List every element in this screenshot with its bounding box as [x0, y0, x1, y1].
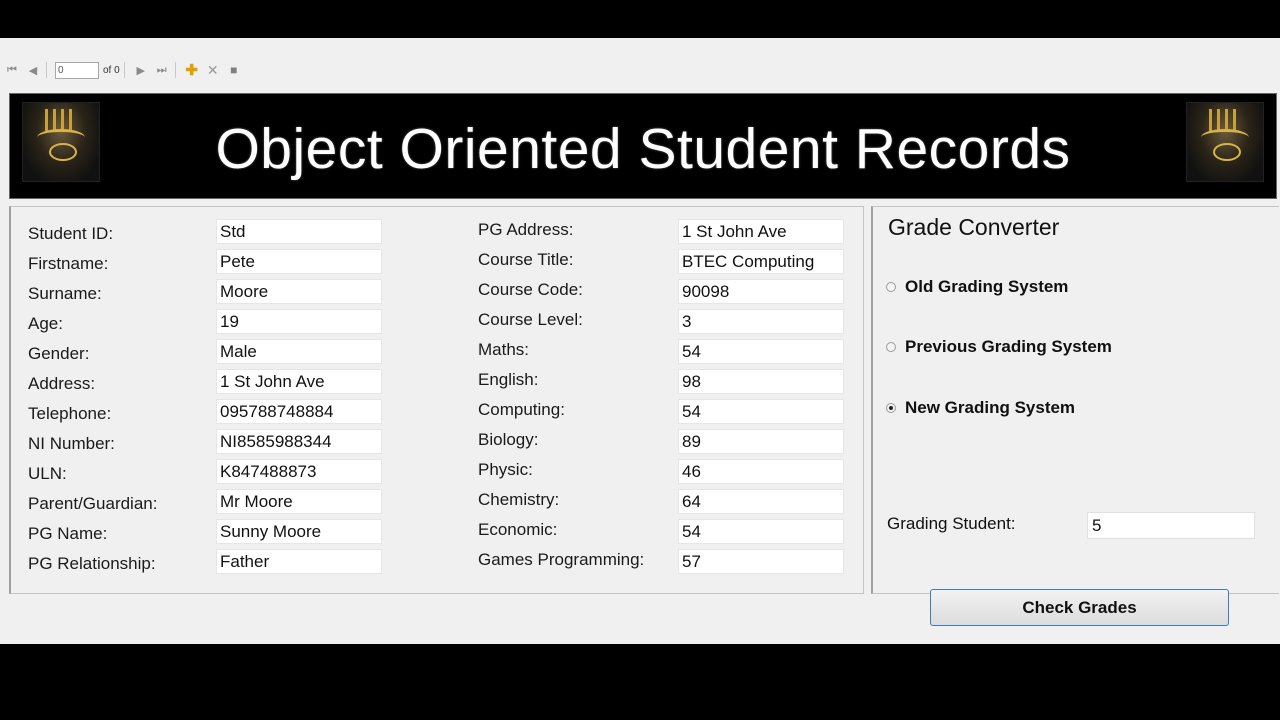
previous-grading-option[interactable]: Previous Grading System: [886, 337, 1112, 357]
pg-name-label: PG Name:: [28, 524, 108, 543]
add-icon[interactable]: ✚: [183, 61, 201, 79]
prev-icon[interactable]: ◀: [24, 61, 42, 79]
english-field[interactable]: 98: [678, 369, 844, 394]
old-grading-label: Old Grading System: [905, 277, 1069, 296]
course-code-field[interactable]: 90098: [678, 279, 844, 304]
application-window: ⏮ ◀ of 0 ▶ ⏭ ✚ ✕ ■ Object Oriented Stude…: [0, 38, 1280, 682]
student-details-group: Student ID: Std Firstname: Pete Surname:…: [9, 206, 864, 594]
pg-address-field[interactable]: 1 St John Ave: [678, 219, 844, 244]
student-id-label: Student ID:: [28, 224, 114, 243]
next-icon[interactable]: ▶: [132, 61, 150, 79]
radio-button-selected[interactable]: [886, 403, 896, 413]
english-label: English:: [478, 370, 539, 389]
grade-converter-group: Grade Converter Old Grading System Previ…: [871, 206, 1279, 626]
course-title-field[interactable]: BTEC Computing: [678, 249, 844, 274]
first-icon[interactable]: ⏮: [3, 61, 21, 79]
chemistry-label: Chemistry:: [478, 490, 560, 509]
pg-address-label: PG Address:: [478, 220, 574, 239]
grading-student-label: Grading Student:: [887, 514, 1016, 533]
new-grading-label: New Grading System: [905, 398, 1076, 417]
parent-guardian-field[interactable]: Mr Moore: [216, 489, 382, 514]
course-code-label: Course Code:: [478, 280, 583, 299]
chemistry-field[interactable]: 64: [678, 489, 844, 514]
course-level-label: Course Level:: [478, 310, 583, 329]
header-banner: Object Oriented Student Records: [9, 93, 1277, 199]
student-id-field[interactable]: Std: [216, 219, 382, 244]
pg-name-field[interactable]: Sunny Moore: [216, 519, 382, 544]
uln-field[interactable]: K847488873: [216, 459, 382, 484]
computing-label: Computing:: [478, 400, 565, 419]
surname-label: Surname:: [28, 284, 102, 303]
surname-field[interactable]: Moore: [216, 279, 382, 304]
check-grades-button[interactable]: Check Grades: [930, 589, 1229, 626]
physic-label: Physic:: [478, 460, 533, 479]
games-programming-field[interactable]: 57: [678, 549, 844, 574]
firstname-field[interactable]: Pete: [216, 249, 382, 274]
ni-number-label: NI Number:: [28, 434, 115, 453]
radio-button[interactable]: [886, 342, 896, 352]
gender-field[interactable]: Male: [216, 339, 382, 364]
delete-icon[interactable]: ✕: [204, 61, 222, 79]
economic-field[interactable]: 54: [678, 519, 844, 544]
toolbar-separator: [174, 62, 176, 78]
games-programming-label: Games Programming:: [478, 550, 645, 569]
course-title-label: Course Title:: [478, 250, 574, 269]
maths-label: Maths:: [478, 340, 530, 359]
grading-student-field[interactable]: 5: [1087, 512, 1255, 539]
last-icon[interactable]: ⏭: [153, 61, 171, 79]
course-level-field[interactable]: 3: [678, 309, 844, 334]
ni-number-field[interactable]: NI8585988344: [216, 429, 382, 454]
age-label: Age:: [28, 314, 63, 333]
pg-relationship-field[interactable]: Father: [216, 549, 382, 574]
uln-label: ULN:: [28, 464, 67, 483]
economic-label: Economic:: [478, 520, 558, 539]
toolbar-separator: [46, 62, 47, 78]
telephone-label: Telephone:: [28, 404, 112, 423]
grade-converter-title: Grade Converter: [888, 214, 1060, 240]
old-grading-option[interactable]: Old Grading System: [886, 277, 1068, 297]
parent-guardian-label: Parent/Guardian:: [28, 494, 158, 513]
physic-field[interactable]: 46: [678, 459, 844, 484]
pg-relationship-label: PG Relationship:: [28, 554, 156, 573]
biology-field[interactable]: 89: [678, 429, 844, 454]
biology-label: Biology:: [478, 430, 539, 449]
computing-field[interactable]: 54: [678, 399, 844, 424]
page-title: Object Oriented Student Records: [215, 117, 1071, 181]
radio-button[interactable]: [886, 282, 896, 292]
position-input[interactable]: [55, 61, 99, 79]
gender-label: Gender:: [28, 344, 90, 363]
firstname-label: Firstname:: [28, 254, 109, 273]
telephone-field[interactable]: 095788748884: [216, 399, 382, 424]
bottom-black-bar: [0, 644, 1280, 682]
binding-navigator-toolbar: ⏮ ◀ of 0 ▶ ⏭ ✚ ✕ ■: [0, 58, 1280, 82]
previous-grading-label: Previous Grading System: [905, 337, 1112, 356]
address-field[interactable]: 1 St John Ave: [216, 369, 382, 394]
captain-logo-image: [1186, 102, 1264, 182]
toolbar-separator: [123, 62, 125, 78]
age-field[interactable]: 19: [216, 309, 382, 334]
save-icon[interactable]: ■: [225, 61, 243, 79]
new-grading-option[interactable]: New Grading System: [886, 398, 1075, 418]
maths-field[interactable]: 54: [678, 339, 844, 364]
record-count-label: of 0: [103, 64, 120, 76]
address-label: Address:: [28, 374, 96, 393]
